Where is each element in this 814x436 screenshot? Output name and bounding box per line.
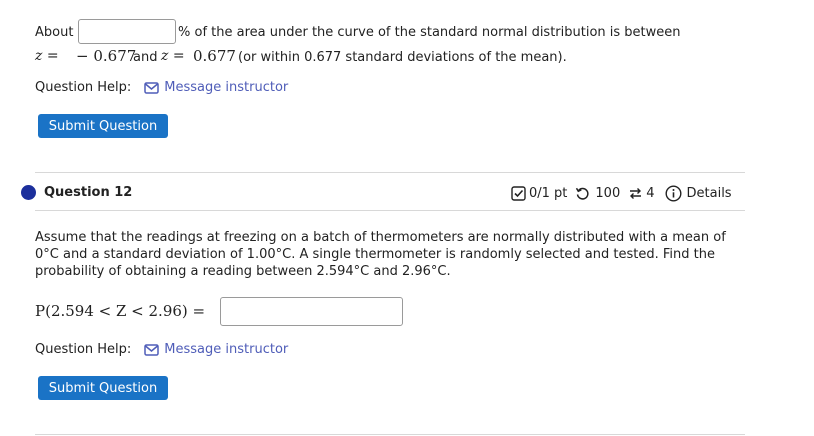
about-text: About: [35, 25, 74, 40]
message-instructor-text: Message instructor: [164, 80, 289, 95]
attempts-count: 4: [646, 186, 655, 201]
question-status-dot: [21, 185, 36, 200]
area-description-text: % of the area under the curve of the sta…: [178, 25, 681, 40]
divider-top: [35, 172, 745, 173]
and-text: and: [133, 50, 158, 65]
score-text: 0/1 pt: [529, 186, 568, 201]
z-label-1: z =: [35, 48, 59, 64]
z-label-2: z =: [161, 48, 185, 64]
retry-icon: [575, 186, 590, 201]
envelope-icon: [144, 343, 160, 356]
submit-question-button-12[interactable]: Submit Question: [38, 376, 168, 400]
message-instructor-text: Message instructor: [164, 342, 289, 357]
question-text-line-1: Assume that the readings at freezing on …: [35, 230, 726, 245]
question-title: Question 12: [44, 185, 133, 200]
attempts-icon: [628, 186, 643, 201]
retries-count: 100: [595, 186, 621, 201]
envelope-icon: [144, 81, 160, 94]
question-help-label: Question Help:: [35, 80, 132, 95]
message-instructor-link[interactable]: Message instructor: [144, 342, 288, 357]
divider-header: [35, 210, 745, 211]
within-text: (or within 0.677 standard deviations of …: [238, 50, 567, 65]
question-meta: 0/1 pt 100 4 Details: [511, 185, 732, 202]
question-text-line-3: probability of obtaining a reading betwe…: [35, 264, 451, 279]
details-link[interactable]: Details: [665, 185, 732, 202]
q11-help-row: Question Help: Message instructor: [35, 80, 288, 95]
submit-question-button[interactable]: Submit Question: [38, 114, 168, 138]
pos-z-value: 0.677: [193, 47, 236, 65]
divider-bottom: [35, 434, 745, 435]
info-icon: [665, 185, 682, 202]
question-text-line-2: 0°C and a standard deviation of 1.00°C. …: [35, 247, 715, 262]
question-body: Assume that the readings at freezing on …: [35, 229, 726, 280]
neg-z-value: − 0.677: [76, 47, 137, 65]
area-percent-input[interactable]: [78, 19, 176, 44]
probability-expression: P(2.594 < Z < 2.96) =: [35, 302, 206, 320]
details-text: Details: [686, 186, 732, 201]
message-instructor-link[interactable]: Message instructor: [144, 80, 288, 95]
probability-answer-input[interactable]: [220, 297, 403, 326]
question-help-label: Question Help:: [35, 342, 132, 357]
checkbox-icon: [511, 186, 526, 201]
q12-help-row: Question Help: Message instructor: [35, 342, 288, 357]
